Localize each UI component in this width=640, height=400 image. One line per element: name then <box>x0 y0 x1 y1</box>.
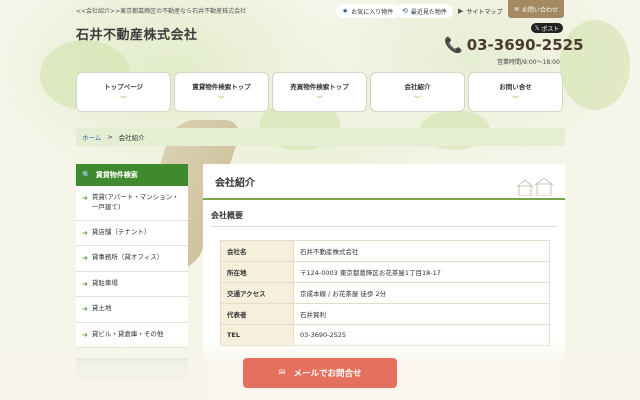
row-value: 〒124-0003 東京都葛飾区お花茶屋1丁目18-17 <box>293 261 550 283</box>
page-title-text: 会社紹介 <box>215 177 255 189</box>
chevron-down-icon: ﹀ <box>512 96 519 103</box>
breadcrumb-separator: > <box>107 133 113 141</box>
sidebar-item-label: 賃貸(アパート・マンション・一戸建て) <box>91 193 179 211</box>
search-icon: 🔍 <box>82 171 91 179</box>
sidebar-item-label: 貸駐車場 <box>91 278 118 287</box>
recent-label: 最近見た物件 <box>410 8 447 16</box>
mail-inquiry-button[interactable]: ✉ メールでお問合せ <box>243 358 397 388</box>
mail-inquiry-label: メールでお問合せ <box>293 369 362 379</box>
chevron-down-icon: ﹀ <box>316 96 323 103</box>
row-label: 会社名 <box>220 240 294 262</box>
chevron-down-icon: ﹀ <box>414 96 421 103</box>
sidebar-item-rental-housing[interactable]: ➜ 賃貸(アパート・マンション・一戸建て) <box>76 186 188 221</box>
phone-number[interactable]: 📞 03-3690-2525 <box>444 36 584 54</box>
phone-icon: 📞 <box>444 36 463 54</box>
section-subtitle: 会社概要 <box>211 210 557 227</box>
arrow-right-icon: ➜ <box>82 279 88 288</box>
chevron-down-icon: ﹀ <box>120 96 127 103</box>
sidebar-item-label: 貸土地 <box>91 304 112 312</box>
favorites-label: お気に入り物件 <box>351 8 394 16</box>
nav-label: トップページ <box>104 83 143 91</box>
row-value: 石井賀利 <box>293 303 550 325</box>
table-row: 会社名 石井不動産株式会社 <box>220 240 550 262</box>
arrow-right-icon: ➜ <box>82 305 88 313</box>
mail-icon: ✉ <box>278 368 286 378</box>
table-row: 所在地 〒124-0003 東京都葛飾区お花茶屋1丁目18-17 <box>220 261 550 283</box>
sidebar-item-rental-shop[interactable]: ➜ 貸店舗（テナント） <box>76 220 188 246</box>
nav-item-inquiry[interactable]: お問い合せ ﹀ <box>468 72 563 112</box>
table-row: 交通アクセス 京成本線 / お花茶屋 徒歩 2分 <box>220 282 550 304</box>
arrow-right-icon: ➜ <box>82 254 88 262</box>
row-value: 石井不動産株式会社 <box>293 240 550 262</box>
phone-text: 03-3690-2525 <box>466 36 584 54</box>
nav-item-rental-search[interactable]: 賃貸物件検索トップ ﹀ <box>174 72 269 112</box>
sidebar-heading: 🔍 賃貸物件検索 <box>76 164 188 186</box>
leaf-cluster <box>560 20 630 110</box>
sitemap-label: サイトマップ <box>466 8 503 16</box>
page-title: 会社紹介 <box>203 164 565 200</box>
nav-label: 賃貸物件検索トップ <box>192 83 251 91</box>
nav-label: 売買物件検索トップ <box>290 83 349 91</box>
global-nav: トップページ ﹀ 賃貸物件検索トップ ﹀ 売買物件検索トップ ﹀ 会社紹介 ﹀ … <box>76 72 563 112</box>
company-info-table: 会社名 石井不動産株式会社 所在地 〒124-0003 東京都葛飾区お花茶屋1丁… <box>220 240 550 346</box>
contact-button[interactable]: ✉ お問い合わせ <box>508 0 564 18</box>
row-label: 交通アクセス <box>220 282 294 304</box>
header-breadcrumb: <<会社紹介>>東京都葛飾区の不動産なら石井不動産株式会社 <box>76 8 247 15</box>
breadcrumb-current: 会社紹介 <box>118 134 145 142</box>
arrow-right-icon: ➜ <box>82 194 88 202</box>
star-icon: ★ <box>342 7 349 15</box>
row-label: 所在地 <box>220 261 294 283</box>
nav-label: お問い合せ <box>499 83 532 91</box>
recent-link[interactable]: ⟲ 最近見た物件 <box>396 4 453 18</box>
sidebar-item-label: 貸店舗（テナント） <box>91 227 151 236</box>
x-logo-icon: 𝕏 <box>534 24 540 32</box>
business-hours: 営業時間/9:00～18:00 <box>497 59 560 66</box>
breadcrumb-home-link[interactable]: ホーム <box>82 132 101 142</box>
house-illustration-icon <box>517 178 554 196</box>
favorites-link[interactable]: ★ お気に入り物件 <box>336 4 400 18</box>
nav-item-top[interactable]: トップページ ﹀ <box>76 72 171 112</box>
sidebar-heading-label: 賃貸物件検索 <box>95 171 138 179</box>
arrow-right-icon: ➜ <box>82 228 88 237</box>
sidebar-item-rental-office[interactable]: ➜ 貸事務所（貸オフィス） <box>76 246 188 272</box>
table-row: 代表者 石井賀利 <box>220 303 550 325</box>
sidebar-item-label: 貸事務所（貸オフィス） <box>91 253 164 261</box>
nav-item-company[interactable]: 会社紹介 ﹀ <box>370 72 465 112</box>
contact-label: お問い合わせ <box>522 6 559 14</box>
x-post-label: ポスト <box>541 25 560 33</box>
mail-icon: ✉ <box>513 5 519 13</box>
sitemap-link[interactable]: ▶ サイトマップ <box>452 4 508 18</box>
nav-item-sale-search[interactable]: 売買物件検索トップ ﹀ <box>272 72 367 112</box>
sitemap-arrow-icon: ▶ <box>458 7 464 15</box>
x-post-button[interactable]: 𝕏 ポスト <box>531 23 563 33</box>
sidebar-item-rental-land[interactable]: ➜ 貸土地 <box>76 297 188 323</box>
row-label: 代表者 <box>220 303 294 325</box>
history-icon: ⟲ <box>402 7 408 15</box>
nav-label: 会社紹介 <box>404 83 431 91</box>
row-value: 京成本線 / お花茶屋 徒歩 2分 <box>293 282 550 304</box>
breadcrumb: ホーム > 会社紹介 <box>76 128 565 146</box>
site-title[interactable]: 石井不動産株式会社 <box>76 24 198 43</box>
chevron-down-icon: ﹀ <box>218 96 225 103</box>
sidebar-item-rental-parking[interactable]: ➜ 貸駐車場 <box>76 271 188 297</box>
